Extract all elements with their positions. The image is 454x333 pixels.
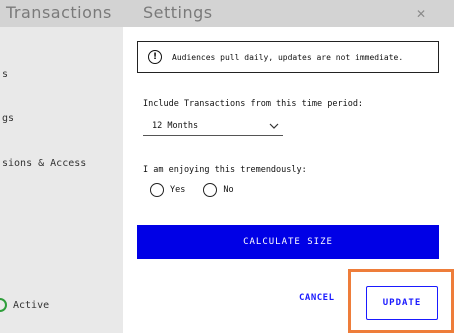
- radio-option-no[interactable]: No: [203, 183, 234, 197]
- period-selected-value: 12 Months: [152, 120, 199, 131]
- background-page-title: Transactions: [6, 3, 112, 22]
- cancel-button[interactable]: CANCEL: [299, 293, 335, 303]
- radio-no[interactable]: [203, 183, 218, 197]
- enjoy-radio-group: Yes No: [150, 183, 234, 197]
- radio-option-yes[interactable]: Yes: [150, 183, 185, 197]
- radio-yes[interactable]: [150, 183, 164, 197]
- sidebar-item-permissions[interactable]: sions & Access: [2, 158, 86, 169]
- radio-yes-label: Yes: [170, 185, 186, 195]
- notice-text: Audiences pull daily, updates are not im…: [172, 52, 404, 62]
- info-icon: !: [148, 50, 162, 64]
- info-notice: ! Audiences pull daily, updates are not …: [137, 41, 439, 73]
- status-indicator: Active: [0, 298, 49, 312]
- status-label: Active: [13, 299, 50, 311]
- status-dot-icon: [0, 298, 7, 312]
- sidebar-item-settings[interactable]: gs: [2, 113, 14, 124]
- period-select[interactable]: 12 Months: [143, 116, 283, 136]
- chevron-down-icon: [269, 123, 279, 129]
- close-icon[interactable]: ✕: [416, 7, 426, 21]
- settings-dialog: Settings ✕ ! Audiences pull daily, updat…: [123, 0, 454, 333]
- update-button[interactable]: UPDATE: [366, 286, 438, 320]
- sidebar-item[interactable]: s: [2, 69, 8, 80]
- calculate-size-button[interactable]: CALCULATE SIZE: [137, 225, 439, 259]
- dialog-title: Settings: [143, 3, 213, 22]
- radio-no-label: No: [223, 185, 234, 195]
- period-label: Include Transactions from this time peri…: [143, 99, 364, 109]
- enjoy-label: I am enjoying this tremendously:: [143, 165, 307, 175]
- app-root: Transactions s gs sions & Access Active …: [0, 0, 454, 333]
- background-sidebar: s gs sions & Access Active: [0, 27, 123, 333]
